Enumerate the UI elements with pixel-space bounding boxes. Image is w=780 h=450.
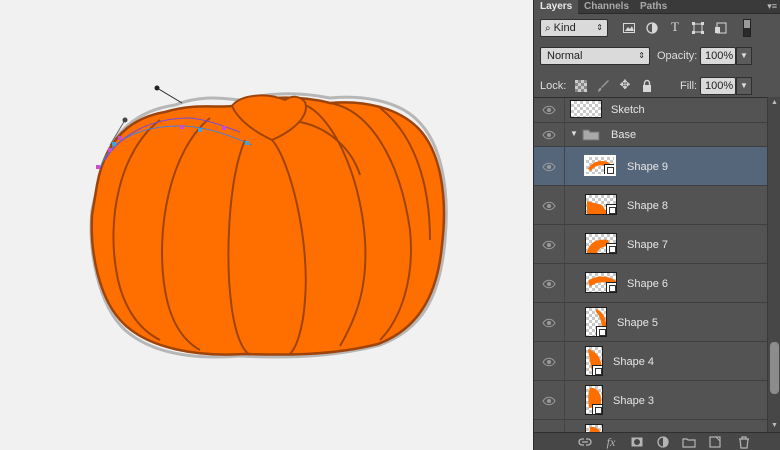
layer-name: Shape 7 xyxy=(627,239,668,251)
tab-channels[interactable]: Channels xyxy=(578,0,634,14)
fill-dropdown-arrow[interactable]: ▼ xyxy=(736,77,752,95)
shape-layer-icon xyxy=(592,404,602,414)
layer-list-scrollbar[interactable]: ▲ ▼ xyxy=(767,97,780,432)
new-layer-icon[interactable] xyxy=(706,433,724,450)
layer-row-base-group[interactable]: ▼ Base xyxy=(534,123,767,147)
document-canvas[interactable] xyxy=(0,0,533,450)
shape-layer-icon xyxy=(592,365,602,375)
layer-name: Base xyxy=(611,129,637,141)
eye-icon[interactable] xyxy=(542,130,556,140)
layer-row-shape-8[interactable]: Shape 8 xyxy=(534,186,767,225)
tab-paths[interactable]: Paths xyxy=(634,0,670,14)
layer-name: Shape 9 xyxy=(627,161,668,173)
eye-icon[interactable] xyxy=(542,279,556,289)
new-group-folder-icon[interactable] xyxy=(680,433,698,450)
layer-style-fx-icon[interactable]: fx xyxy=(602,433,620,450)
search-icon: ⌕ xyxy=(545,23,551,34)
layer-row-partial[interactable] xyxy=(534,420,767,432)
layer-thumbnail xyxy=(585,233,617,254)
panel-menu-icon[interactable]: ▾≡ xyxy=(767,1,777,12)
filter-pixel-icon[interactable] xyxy=(622,21,636,35)
eye-icon[interactable] xyxy=(542,357,556,367)
blend-mode-value: Normal xyxy=(547,50,583,62)
layer-name: Shape 6 xyxy=(627,278,668,290)
select-arrows-icon: ⇕ xyxy=(638,51,645,60)
add-mask-icon[interactable] xyxy=(628,433,646,450)
layer-thumbnail xyxy=(585,272,617,293)
layer-row-shape-6[interactable]: Shape 6 xyxy=(534,264,767,303)
eye-icon[interactable] xyxy=(542,201,556,211)
layer-name: Shape 3 xyxy=(613,395,654,407)
layer-name: Shape 5 xyxy=(617,317,658,329)
eye-icon[interactable] xyxy=(542,105,556,115)
eye-icon[interactable] xyxy=(542,162,556,172)
shape-layer-icon xyxy=(606,282,616,292)
eye-icon[interactable] xyxy=(542,240,556,250)
shape-layer-icon xyxy=(596,326,606,336)
scroll-up-arrow-icon[interactable]: ▲ xyxy=(768,97,780,109)
eye-icon[interactable] xyxy=(542,318,556,328)
layer-row-sketch[interactable]: Sketch xyxy=(534,98,767,123)
lock-transparent-icon[interactable] xyxy=(574,79,588,93)
pumpkin-artwork xyxy=(89,85,448,359)
fill-input[interactable]: 100% xyxy=(700,77,736,95)
filter-kind-label: Kind xyxy=(553,22,576,34)
scroll-down-arrow-icon[interactable]: ▼ xyxy=(768,420,780,432)
opacity-label: Opacity: xyxy=(657,50,698,62)
filter-shape-icon[interactable] xyxy=(691,21,705,35)
layer-thumbnail xyxy=(584,155,616,176)
visibility-column xyxy=(534,420,565,432)
layer-thumbnail xyxy=(585,307,607,337)
blend-row: Normal ⇕ Opacity: 100% ▼ xyxy=(534,46,780,68)
shape-layer-icon xyxy=(606,204,616,214)
filter-adjustment-icon[interactable] xyxy=(645,21,659,35)
filter-row: ⌕ Kind ⇕ T xyxy=(534,18,780,40)
filter-type-icon[interactable]: T xyxy=(668,19,682,35)
eye-icon[interactable] xyxy=(542,396,556,406)
panel-tabs: Layers Channels Paths ▾≡ xyxy=(534,0,780,14)
shape-layer-icon xyxy=(604,164,614,174)
layer-row-shape-9[interactable]: Shape 9 xyxy=(534,147,767,186)
lock-all-icon[interactable] xyxy=(640,79,654,93)
layer-thumbnail xyxy=(585,346,603,376)
layer-name: Shape 4 xyxy=(613,356,654,368)
layer-name: Sketch xyxy=(611,104,645,116)
fill-label: Fill: xyxy=(680,80,698,92)
lock-position-icon[interactable]: ✥ xyxy=(618,78,632,92)
filter-smart-object-icon[interactable] xyxy=(714,21,728,35)
layer-list: Sketch ▼ Base Shape 9 Shape 8 Shape 7 Sh… xyxy=(534,97,767,432)
layer-thumbnail xyxy=(585,424,603,432)
layers-bottom-toolbar: fx xyxy=(534,432,780,450)
layer-thumbnail xyxy=(570,100,602,118)
filter-kind-select[interactable]: ⌕ Kind ⇕ xyxy=(540,19,608,37)
folder-icon xyxy=(582,129,600,141)
layer-thumbnail xyxy=(585,385,603,415)
layer-name: Shape 8 xyxy=(627,200,668,212)
lock-row: Lock: ✥ Fill: 100% ▼ xyxy=(534,75,780,97)
link-layers-icon[interactable] xyxy=(576,433,594,450)
shape-layer-icon xyxy=(606,243,616,253)
lock-pixels-brush-icon[interactable] xyxy=(596,79,610,93)
blend-mode-select[interactable]: Normal ⇕ xyxy=(540,47,650,65)
layers-panel: Layers Channels Paths ▾≡ ⌕ Kind ⇕ T Norm xyxy=(533,0,780,450)
tab-layers[interactable]: Layers xyxy=(534,0,578,14)
group-expand-arrow-icon[interactable]: ▼ xyxy=(570,129,578,138)
layer-row-shape-7[interactable]: Shape 7 xyxy=(534,225,767,264)
new-adjustment-layer-icon[interactable] xyxy=(654,433,672,450)
select-arrows-icon: ⇕ xyxy=(596,23,603,32)
layer-row-shape-3[interactable]: Shape 3 xyxy=(534,381,767,420)
scrollbar-thumb[interactable] xyxy=(770,342,779,394)
layer-row-shape-5[interactable]: Shape 5 xyxy=(534,303,767,342)
layer-thumbnail xyxy=(585,194,617,215)
filter-toggle-switch[interactable] xyxy=(743,19,751,37)
opacity-dropdown-arrow[interactable]: ▼ xyxy=(736,47,752,65)
lock-label: Lock: xyxy=(540,80,567,92)
layer-row-shape-4[interactable]: Shape 4 xyxy=(534,342,767,381)
opacity-input[interactable]: 100% xyxy=(700,47,736,65)
trash-delete-layer-icon[interactable] xyxy=(735,433,753,450)
